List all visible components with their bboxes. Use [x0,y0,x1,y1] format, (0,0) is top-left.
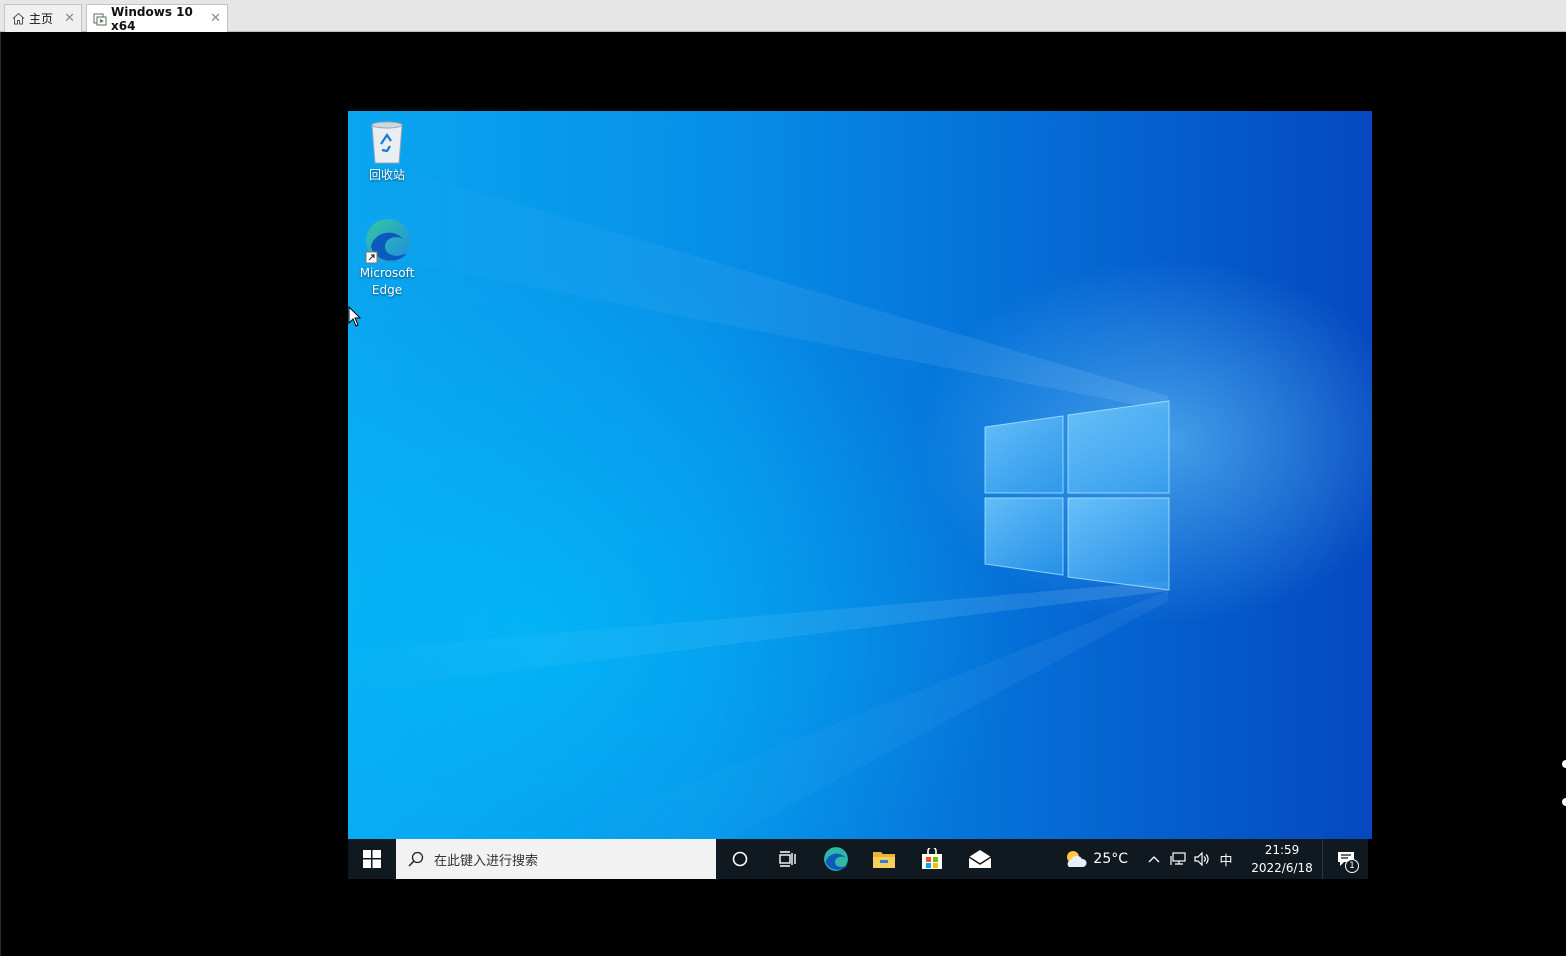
mail-button[interactable] [956,839,1004,879]
tab-windows-10[interactable]: Windows 10 x64 ✕ [86,4,228,33]
close-icon[interactable]: ✕ [210,11,221,26]
network-icon [1170,852,1186,865]
desktop[interactable]: 回收站 Microsoft Edge [348,111,1372,839]
vm-icon [93,12,107,26]
taskbar: 在此键入进行搜索 25°C 中 21:59 2022/6/18 1 [348,839,1368,879]
edge-icon [363,217,411,265]
partly-cloudy-icon [1067,851,1087,867]
windows-start-icon [363,850,381,868]
chevron-up-icon [1148,856,1160,863]
task-view-icon [779,851,796,867]
store-button[interactable] [908,839,956,879]
system-tray: 25°C 中 21:59 2022/6/18 1 [1063,839,1368,879]
clock-time: 21:59 [1264,843,1300,857]
scroll-hint [1562,798,1566,806]
tab-windows-10-label: Windows 10 x64 [111,4,193,33]
file-explorer-icon [873,852,895,868]
tab-home-label: 主页 [29,12,54,26]
clock-date: 2022/6/18 [1251,861,1313,875]
home-icon [11,12,25,26]
network-button[interactable] [1166,839,1190,879]
taskbar-clock[interactable]: 21:59 2022/6/18 [1242,841,1322,877]
store-icon [922,848,942,869]
search-placeholder: 在此键入进行搜索 [434,853,539,869]
task-view-button[interactable] [764,839,812,879]
show-hidden-icons-button[interactable] [1142,839,1166,879]
action-center-button[interactable]: 1 [1322,839,1368,879]
close-icon[interactable]: ✕ [64,11,75,26]
mail-icon [968,850,992,868]
notification-count-badge: 1 [1345,859,1359,873]
weather-temperature: 25°C [1093,851,1128,867]
file-explorer-button[interactable] [860,839,908,879]
edge-icon [824,847,848,871]
weather-widget[interactable]: 25°C [1063,849,1128,869]
mouse-cursor-icon [348,306,362,327]
recycle-bin-shortcut[interactable]: 回收站 [348,119,426,184]
windows-logo-wallpaper [348,171,1170,839]
edge-label: Microsoft Edge [359,266,415,297]
search-icon [408,851,424,867]
recycle-bin-label: 回收站 [368,168,405,182]
volume-button[interactable] [1190,839,1214,879]
cortana-button[interactable] [716,839,764,879]
taskbar-search-box[interactable]: 在此键入进行搜索 [396,839,716,879]
tab-home[interactable]: 主页 ✕ [4,4,82,32]
cortana-icon [732,851,748,867]
edge-shortcut[interactable]: Microsoft Edge [348,217,426,299]
vm-tab-bar: 主页 ✕ Windows 10 x64 ✕ [0,0,1566,33]
taskbar-edge-button[interactable] [812,839,860,879]
volume-icon [1194,852,1209,866]
recycle-bin-icon [363,119,411,167]
start-button[interactable] [348,839,396,879]
ime-indicator[interactable]: 中 [1214,839,1238,879]
scroll-hint [1562,760,1566,768]
